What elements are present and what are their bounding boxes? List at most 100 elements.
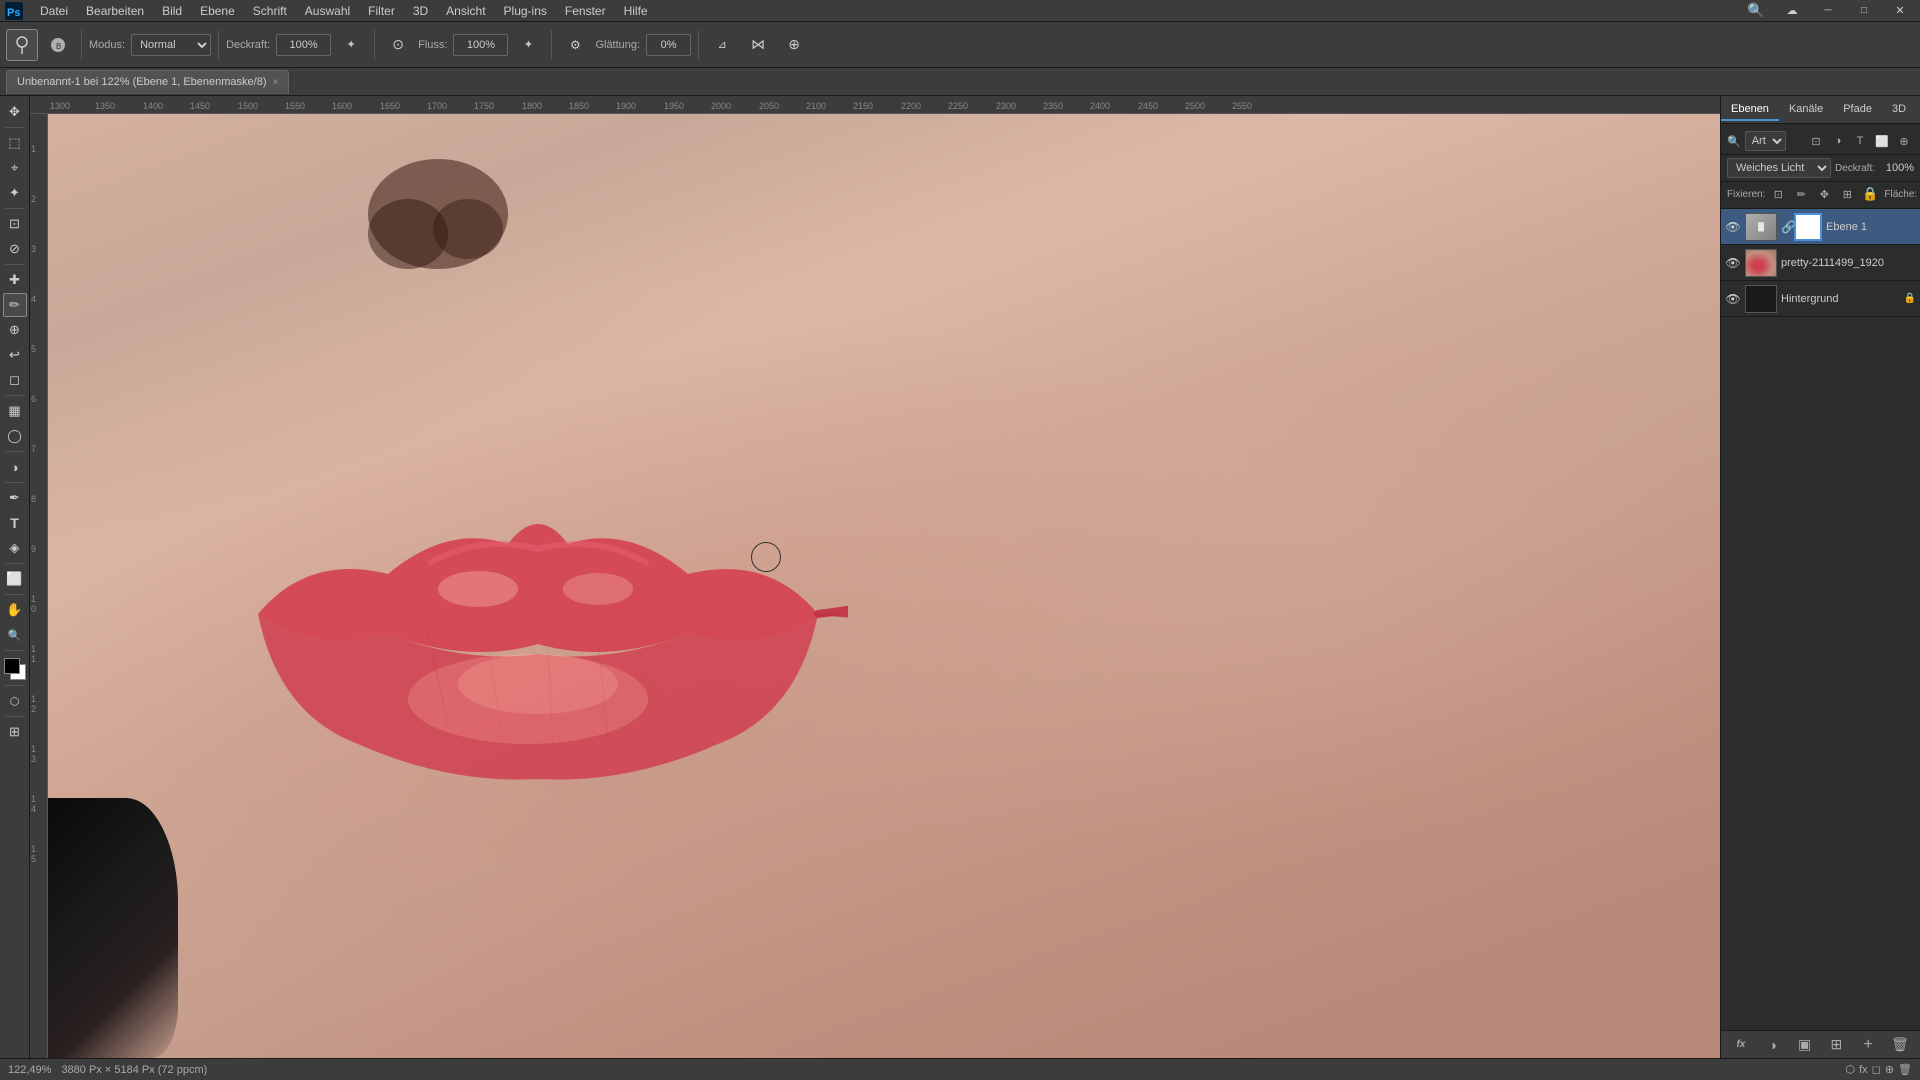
menu-3d[interactable]: 3D [405, 2, 436, 20]
opacity-label: Deckraft: [1835, 163, 1875, 174]
layer-visibility-ebene1[interactable]: 👁 [1725, 219, 1741, 235]
airbrush-btn[interactable]: ⊙ [382, 29, 414, 61]
move-tool[interactable]: ✥ [3, 100, 27, 124]
minimize-btn[interactable]: ─ [1812, 0, 1844, 27]
layer-filter-type-dropdown[interactable]: Art [1745, 131, 1786, 151]
ruler-v-11: 11 [31, 644, 36, 664]
cloud-btn[interactable]: ☁ [1776, 0, 1808, 27]
type-tool[interactable]: T [3, 511, 27, 535]
layer-delete-btn[interactable]: 🗑 [1889, 1034, 1911, 1056]
menu-fenster[interactable]: Fenster [557, 2, 614, 20]
ruler-v-12: 12 [31, 694, 36, 714]
menu-bearbeiten[interactable]: Bearbeiten [78, 2, 152, 20]
tab-kanaele[interactable]: Kanäle [1779, 99, 1833, 121]
tab-pfade[interactable]: Pfade [1833, 99, 1882, 121]
pen-tool[interactable]: ✒ [3, 486, 27, 510]
layer-chain-ebene1: 🔗 [1781, 220, 1789, 234]
layer-visibility-hintergrund[interactable]: 👁 [1725, 291, 1741, 307]
hand-tool[interactable]: ✋ [3, 598, 27, 622]
path-select-tool[interactable]: ◈ [3, 536, 27, 560]
ruler-mark-2500: 2500 [1185, 101, 1205, 111]
layer-thumb-ebene1: ▓ [1745, 213, 1777, 241]
shape-tool[interactable]: ⬜ [3, 567, 27, 591]
tab-ebenen[interactable]: Ebenen [1721, 99, 1779, 121]
menu-bild[interactable]: Bild [154, 2, 190, 20]
ruler-mark-2100: 2100 [806, 101, 826, 111]
opacity-value[interactable]: 100% [1879, 162, 1914, 174]
close-btn[interactable]: ✕ [1884, 0, 1916, 27]
ruler-v-13: 13 [31, 744, 36, 764]
lock-transparent-btn[interactable]: ⊡ [1768, 184, 1788, 204]
menu-hilfe[interactable]: Hilfe [616, 2, 656, 20]
filter-smart-btn[interactable]: ⊕ [1894, 131, 1914, 151]
layer-row-photo[interactable]: 👁 pretty-2111499_1920 [1721, 245, 1920, 281]
layer-new-btn[interactable]: + [1857, 1034, 1879, 1056]
brush-tool[interactable]: ✏ [3, 293, 27, 317]
layer-visibility-photo[interactable]: 👁 [1725, 255, 1741, 271]
ruler-v-9: 9 [31, 544, 36, 554]
lasso-tool[interactable]: ⌖ [3, 156, 27, 180]
document-tabbar: Unbenannt-1 bei 122% (Ebene 1, Ebenenmas… [0, 68, 1920, 96]
status-icon-3: ◻ [1872, 1063, 1881, 1076]
tool-toggle-brush[interactable] [6, 29, 38, 61]
glattung-label: Glättung: [595, 39, 640, 51]
smoothing-settings-btn[interactable]: ⚙ [559, 29, 591, 61]
menu-filter[interactable]: Filter [360, 2, 403, 20]
filter-type-btn[interactable]: T [1850, 131, 1870, 151]
color-swatches[interactable] [2, 656, 28, 682]
layer-row-hintergrund[interactable]: 👁 Hintergrund 🔒 [1721, 281, 1920, 317]
dodge-tool[interactable]: ◑ [3, 455, 27, 479]
glattung-input[interactable] [646, 34, 691, 56]
screen-mode-btn[interactable]: ⊞ [3, 720, 27, 744]
selection-tool[interactable]: ⬚ [3, 131, 27, 155]
filter-pixel-btn[interactable]: ⊡ [1806, 131, 1826, 151]
gradient-tool[interactable]: ▦ [3, 399, 27, 423]
lock-image-btn[interactable]: ✏ [1791, 184, 1811, 204]
menu-ansicht[interactable]: Ansicht [438, 2, 493, 20]
document-tab[interactable]: Unbenannt-1 bei 122% (Ebene 1, Ebenenmas… [6, 70, 289, 94]
maximize-btn[interactable]: □ [1848, 0, 1880, 27]
menu-plugins[interactable]: Plug-ins [496, 2, 555, 20]
filter-shape-btn[interactable]: ⬜ [1872, 131, 1892, 151]
modus-dropdown[interactable]: Normal [131, 34, 211, 56]
deckraft-input[interactable] [276, 34, 331, 56]
layer-row-ebene1[interactable]: 👁 ▓ 🔗 Ebene 1 [1721, 209, 1920, 245]
eyedropper-tool[interactable]: ⊘ [3, 237, 27, 261]
lock-artboard-btn[interactable]: ⊞ [1837, 184, 1857, 204]
blend-mode-dropdown[interactable]: Weiches Licht [1727, 158, 1831, 178]
fluss-input[interactable] [453, 34, 508, 56]
menu-auswahl[interactable]: Auswahl [297, 2, 358, 20]
ruler-mark-1850: 1850 [569, 101, 589, 111]
layer-group-btn[interactable]: ⊞ [1825, 1034, 1847, 1056]
tab-close-btn[interactable]: × [273, 77, 279, 88]
brush-hardness-tool[interactable]: B [42, 29, 74, 61]
clone-stamp-tool[interactable]: ⊕ [3, 318, 27, 342]
lock-all-btn[interactable]: 🔒 [1860, 184, 1880, 204]
layer-mask-btn[interactable]: ◑ [1762, 1034, 1784, 1056]
deckraft-pressure-btn[interactable]: ✦ [335, 29, 367, 61]
fluss-pressure-btn[interactable]: ✦ [512, 29, 544, 61]
healing-tool[interactable]: ✚ [3, 268, 27, 292]
menu-schrift[interactable]: Schrift [245, 2, 295, 20]
search-btn[interactable]: 🔍 [1740, 0, 1772, 27]
layer-fx-btn[interactable]: fx [1730, 1034, 1752, 1056]
symmetry-btn[interactable]: ⋈ [742, 29, 774, 61]
quick-mask-btn[interactable]: ⬡ [3, 689, 27, 713]
menu-datei[interactable]: Datei [32, 2, 76, 20]
menu-ebene[interactable]: Ebene [192, 2, 243, 20]
ruler-v-6: 6 [31, 394, 36, 404]
eraser-tool[interactable]: ◻ [3, 368, 27, 392]
magic-wand-tool[interactable]: ✦ [3, 181, 27, 205]
extra-btn[interactable]: ⊕ [778, 29, 810, 61]
tab-3d[interactable]: 3D [1882, 99, 1916, 121]
layer-name-hintergrund: Hintergrund [1781, 293, 1900, 305]
crop-tool[interactable]: ⊡ [3, 212, 27, 236]
layer-adjustment-btn[interactable]: ▣ [1794, 1034, 1816, 1056]
filter-adjust-btn[interactable]: ◑ [1828, 131, 1848, 151]
canvas-wrapper[interactable]: 1 2 3 4 5 6 7 8 9 10 11 12 13 14 15 [30, 114, 1720, 1058]
history-brush-tool[interactable]: ↩ [3, 343, 27, 367]
angle-btn[interactable]: ⊿ [706, 29, 738, 61]
zoom-tool[interactable]: 🔍 [3, 623, 27, 647]
blur-tool[interactable]: ◯ [3, 424, 27, 448]
lock-position-btn[interactable]: ✥ [1814, 184, 1834, 204]
